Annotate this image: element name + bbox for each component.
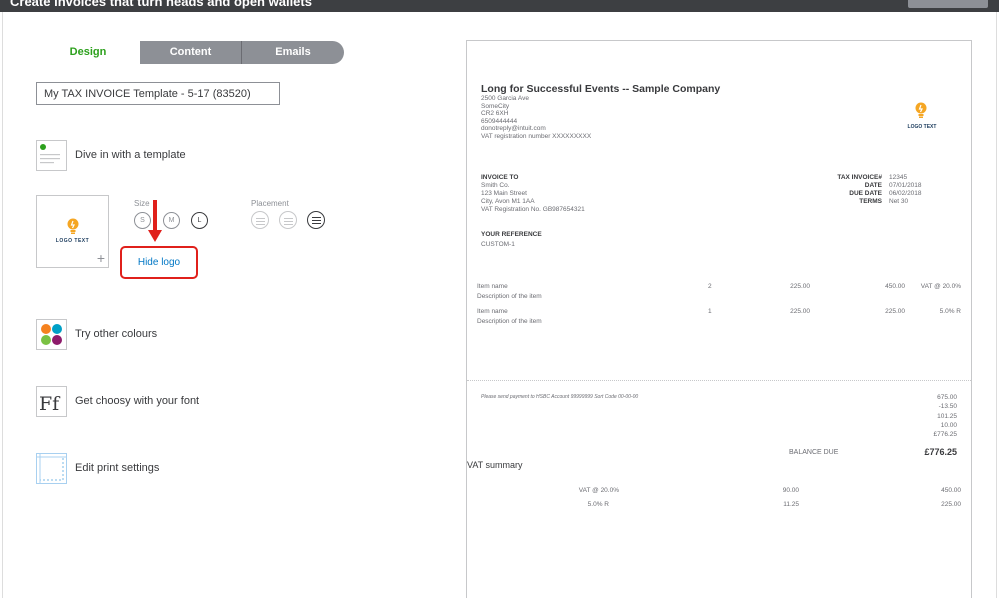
total-value: 675.00 — [937, 394, 957, 401]
preview-logo-icon — [915, 102, 927, 118]
line-item-desc: Description of the item — [477, 293, 542, 300]
vat-summary-net: 450.00 — [941, 487, 961, 494]
meta-label: DUE DATE — [849, 190, 882, 197]
meta-label: TERMS — [859, 198, 882, 205]
reference-label: YOUR REFERENCE — [481, 231, 542, 238]
payment-note: Please send payment to HSBC Account 9999… — [481, 394, 639, 400]
meta-value: 12345 — [889, 174, 908, 181]
vat-summary-title: VAT summary — [467, 460, 523, 470]
total-value: -13.50 — [938, 403, 957, 410]
page-title: Create invoices that turn heads and open… — [10, 0, 312, 9]
total-value: 10.00 — [940, 422, 957, 429]
placement-right-button[interactable] — [307, 211, 325, 229]
meta-value: 07/01/2018 — [889, 182, 922, 189]
line-item-qty: 1 — [708, 308, 712, 315]
company-address: 2500 Garcia Ave SomeCity CR2 6XH 6509444… — [481, 95, 592, 140]
arrow-down-icon — [148, 200, 162, 242]
placement-label: Placement — [251, 199, 289, 208]
line-item-vat: 5.0% R — [939, 308, 961, 315]
meta-label: DATE — [864, 182, 882, 189]
size-medium-button[interactable]: M — [163, 212, 180, 229]
print-option[interactable]: Edit print settings — [36, 452, 159, 484]
invoice-to-line: VAT Registration No. GB987654321 — [481, 206, 585, 213]
total-value: £776.25 — [933, 431, 958, 438]
meta-value: 06/02/2018 — [889, 190, 922, 197]
tab-content[interactable]: Content — [140, 41, 242, 64]
total-value: 101.25 — [937, 413, 957, 420]
colours-option[interactable]: Try other colours — [36, 318, 157, 350]
add-logo-icon[interactable]: + — [97, 251, 105, 265]
line-item-rate: 225.00 — [790, 308, 810, 315]
template-icon — [36, 139, 67, 171]
placement-left-button[interactable] — [251, 211, 269, 229]
print-settings-icon — [36, 452, 67, 484]
template-option-label: Dive in with a template — [75, 149, 186, 161]
balance-due-value: £776.25 — [924, 447, 957, 457]
vat-summary-rate: VAT @ 20.0% — [578, 487, 619, 494]
print-option-label: Edit print settings — [75, 462, 160, 474]
preview-logo-text: LOGO TEXT — [907, 124, 937, 130]
line-item-amount: 225.00 — [885, 308, 905, 315]
vat-summary-net: 225.00 — [941, 501, 961, 508]
line-item-name: Item name — [477, 308, 508, 315]
reference-value: CUSTOM-1 — [481, 241, 515, 248]
meta-label: TAX INVOICE# — [837, 174, 882, 181]
font-option[interactable]: Ff Get choosy with your font — [36, 385, 199, 417]
vat-summary-vat: 11.25 — [783, 501, 799, 508]
colours-option-label: Try other colours — [75, 328, 158, 340]
tab-design[interactable]: Design — [36, 41, 140, 64]
vat-summary-rate: 5.0% R — [587, 501, 609, 508]
line-item-amount: 450.00 — [885, 283, 905, 290]
balance-due-label: BALANCE DUE — [789, 449, 839, 456]
invoice-to-line: City, Avon M1 1AA — [481, 198, 535, 205]
hide-logo-button[interactable]: Hide logo — [120, 246, 198, 279]
feedback-button[interactable] — [908, 0, 988, 8]
palette-icon — [36, 318, 67, 350]
line-item-vat: VAT @ 20.0% — [920, 283, 961, 290]
invoice-to-line: 123 Main Street — [481, 190, 527, 197]
line-item-qty: 2 — [708, 283, 712, 290]
line-item-name: Item name — [477, 283, 508, 290]
line-item-desc: Description of the item — [477, 318, 542, 325]
company-name: Long for Successful Events -- Sample Com… — [481, 83, 721, 95]
placement-center-button[interactable] — [279, 211, 297, 229]
font-icon: Ff — [36, 385, 67, 417]
template-name-input[interactable] — [36, 82, 280, 105]
font-option-label: Get choosy with your font — [75, 395, 200, 407]
tab-bar: Design Content Emails — [36, 41, 344, 64]
line-item-rate: 225.00 — [790, 283, 810, 290]
invoice-to-line: Smith Co. — [481, 182, 510, 189]
top-bar: Create invoices that turn heads and open… — [0, 0, 999, 12]
bulb-logo-icon — [67, 218, 79, 234]
template-option[interactable]: Dive in with a template — [36, 139, 186, 171]
invoice-preview: Long for Successful Events -- Sample Com… — [466, 40, 972, 598]
invoice-to-label: INVOICE TO — [481, 174, 519, 181]
tab-emails[interactable]: Emails — [242, 41, 344, 64]
totals-divider — [467, 380, 971, 381]
svg-text:Ff: Ff — [39, 393, 61, 415]
size-large-button[interactable]: L — [191, 212, 208, 229]
logo-text: LOGO TEXT — [55, 238, 90, 244]
logo-box[interactable]: LOGO TEXT + — [36, 195, 109, 268]
meta-value: Net 30 — [889, 198, 909, 205]
vat-summary-vat: 90.00 — [782, 487, 799, 494]
